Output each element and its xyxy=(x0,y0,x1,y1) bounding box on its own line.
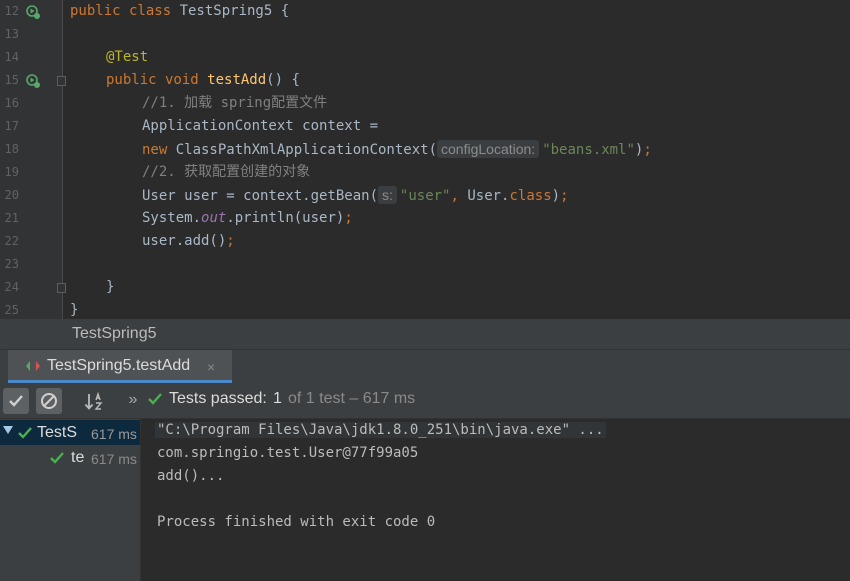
code-text: ClassPathXmlApplicationContext( xyxy=(175,142,438,158)
code-line: 18 new ClassPathXmlApplicationContext(co… xyxy=(0,138,850,161)
line-number: 25 xyxy=(4,303,19,317)
tree-item-label[interactable]: TestS xyxy=(37,424,77,442)
code-annotation: @Test xyxy=(106,49,149,65)
line-number: 15 xyxy=(4,73,19,87)
ignored-icon xyxy=(41,393,57,409)
code-line: 17 ApplicationContext context = xyxy=(0,115,850,138)
code-line: 12 public class TestSpring5 { xyxy=(0,0,850,23)
code-keyword: public class xyxy=(70,3,180,19)
code-static-field: out xyxy=(201,210,227,226)
tab-run-config-label[interactable]: TestSpring5.testAdd xyxy=(47,357,190,375)
parameter-hint: s: xyxy=(378,186,397,204)
line-number: 24 xyxy=(4,280,19,294)
line-number: 16 xyxy=(4,96,19,110)
code-text: User. xyxy=(467,188,510,204)
console-command-line[interactable]: "C:\Program Files\Java\jdk1.8.0_251\bin\… xyxy=(155,422,606,438)
code-line: 14 @Test xyxy=(0,46,850,69)
code-comment: //1. 加载 spring配置文件 xyxy=(142,95,328,111)
code-line: 20 User user = context.getBean(s: "user",… xyxy=(0,184,850,207)
code-line: 25 } xyxy=(0,299,850,319)
code-line: 23 xyxy=(0,253,850,276)
chevron-down-icon[interactable] xyxy=(3,426,13,434)
code-text: ) xyxy=(551,188,561,204)
code-text: () { xyxy=(266,72,300,88)
code-comma: , xyxy=(450,188,468,204)
line-number: 22 xyxy=(4,234,19,248)
code-text: } xyxy=(106,279,115,295)
line-number: 18 xyxy=(4,142,19,156)
more-actions-button[interactable]: » xyxy=(120,388,146,414)
line-number: 21 xyxy=(4,211,19,225)
show-passed-button[interactable] xyxy=(3,388,29,414)
status-passed-count: 1 xyxy=(273,390,282,407)
breadcrumb: TestSpring5 xyxy=(0,319,850,349)
console-output[interactable]: "C:\Program Files\Java\jdk1.8.0_251\bin\… xyxy=(141,419,850,581)
code-keyword: class xyxy=(509,188,552,204)
code-text: .println(user) xyxy=(226,210,345,226)
code-line: 16 //1. 加载 spring配置文件 xyxy=(0,92,850,115)
code-comment: //2. 获取配置创建的对象 xyxy=(142,164,311,180)
code-text: ApplicationContext context = xyxy=(142,118,379,134)
code-line: 19 //2. 获取配置创建的对象 xyxy=(0,161,850,184)
sort-alphabetically-button[interactable] xyxy=(82,388,108,414)
code-text: TestSpring5 { xyxy=(179,3,290,19)
code-semicolon: ; xyxy=(226,233,235,249)
code-keyword: new xyxy=(142,142,176,158)
tree-item-time: 617 ms xyxy=(91,451,137,467)
tree-item-time: 617 ms xyxy=(91,426,137,442)
check-icon xyxy=(50,452,64,464)
line-number: 12 xyxy=(4,4,19,18)
check-icon xyxy=(18,427,32,439)
status-label: Tests passed: xyxy=(169,390,267,407)
code-line: 22 user.add(); xyxy=(0,230,850,253)
line-number: 17 xyxy=(4,119,19,133)
code-text: User user = context.getBean( xyxy=(142,188,379,204)
code-semicolon: ; xyxy=(643,142,652,158)
code-string: "user" xyxy=(399,188,451,204)
check-icon xyxy=(9,395,23,407)
code-keyword: public void xyxy=(106,72,208,88)
parameter-hint: configLocation: xyxy=(437,140,540,158)
code-line: 15 public void testAdd() { xyxy=(0,69,850,92)
run-config-icon xyxy=(26,361,40,371)
test-runner-toolbar: » Tests passed: 1 of 1 test – 617 ms xyxy=(0,383,850,419)
show-ignored-button[interactable] xyxy=(36,388,62,414)
code-text: } xyxy=(70,302,79,318)
line-number: 14 xyxy=(4,50,19,64)
fold-marker-icon[interactable] xyxy=(57,76,66,86)
status-summary: of 1 test – 617 ms xyxy=(288,390,416,407)
breadcrumb-item[interactable]: TestSpring5 xyxy=(72,325,157,343)
line-number: 19 xyxy=(4,165,19,179)
line-number: 23 xyxy=(4,257,19,271)
code-semicolon: ; xyxy=(560,188,569,204)
tree-item-label[interactable]: te xyxy=(71,449,84,467)
line-number: 20 xyxy=(4,188,19,202)
console-line: add()... xyxy=(157,468,225,484)
tree-row[interactable]: TestS 617 ms xyxy=(0,420,140,445)
run-tab-bar: TestSpring5.testAdd × xyxy=(0,349,850,383)
tree-row[interactable]: te 617 ms xyxy=(0,445,140,470)
code-line: 24 } xyxy=(0,276,850,299)
test-tree[interactable]: TestS 617 ms te 617 ms xyxy=(0,419,141,581)
code-line: 21 System.out.println(user); xyxy=(0,207,850,230)
fold-marker-icon[interactable] xyxy=(57,283,66,293)
code-text: System. xyxy=(142,210,202,226)
code-semicolon: ; xyxy=(344,210,353,226)
console-line: Process finished with exit code 0 xyxy=(157,514,436,530)
code-editor[interactable]: 12 public class TestSpring5 { 13 14 @Tes… xyxy=(0,0,850,319)
code-line: 13 xyxy=(0,23,850,46)
code-text: user.add() xyxy=(142,233,227,249)
sort-alpha-icon xyxy=(84,391,103,410)
check-icon xyxy=(148,393,162,405)
run-test-icon[interactable] xyxy=(26,5,40,19)
run-test-icon[interactable] xyxy=(26,74,40,88)
code-method-name: testAdd xyxy=(207,72,267,88)
code-string: "beans.xml" xyxy=(542,142,635,158)
line-number: 13 xyxy=(4,27,19,41)
close-icon[interactable]: × xyxy=(207,359,215,375)
console-line: com.springio.test.User@77f99a05 xyxy=(157,445,419,461)
